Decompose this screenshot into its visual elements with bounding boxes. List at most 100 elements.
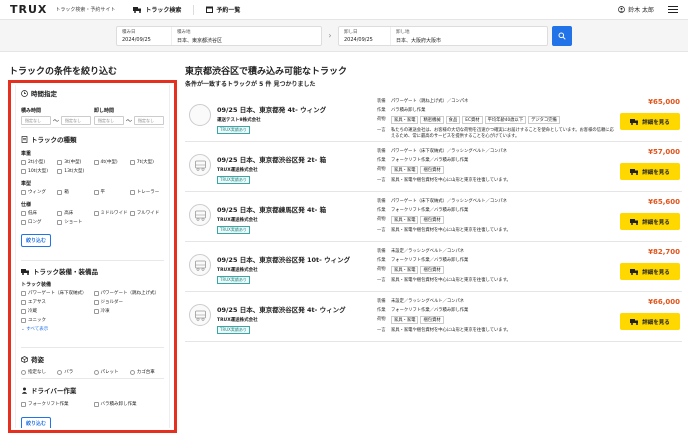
radio[interactable] xyxy=(129,369,135,375)
equipment-option[interactable]: パワーゲート（床下収納式） xyxy=(21,290,92,296)
user-menu[interactable]: 鈴木 太郎 xyxy=(618,5,654,14)
size-option[interactable]: 10t(大型) xyxy=(21,168,55,174)
equipment-option[interactable]: エアサス xyxy=(21,299,92,305)
checkbox[interactable] xyxy=(21,159,26,165)
load-time-from-select[interactable]: 指定なし xyxy=(21,116,51,125)
truck-card[interactable]: 09/25 日本、東京都渋谷区発 10t- ウィング TRUX運送株式会社 TR… xyxy=(185,242,682,292)
truck-title[interactable]: 09/25 日本、東京都渋谷区発 4t- ウィング xyxy=(217,304,377,314)
truck-info: 09/25 日本、東京都渋谷区発 2t- 箱 TRUX運送株式会社 TRUX実績… xyxy=(217,154,377,184)
checkbox[interactable] xyxy=(21,189,26,195)
checkbox[interactable] xyxy=(93,299,99,305)
truck-title[interactable]: 09/25 日本、東京都渋谷区発 10t- ウィング xyxy=(217,254,377,264)
company-name: 運送テスト9株式会社 xyxy=(217,118,261,123)
spec-option[interactable]: 低床 xyxy=(21,210,55,216)
equipment-option[interactable]: ユニック xyxy=(21,317,92,323)
view-details-button[interactable]: 詳細を見る xyxy=(620,263,680,280)
checkbox[interactable] xyxy=(57,189,63,195)
checkbox[interactable] xyxy=(21,219,26,225)
apply-filter-button[interactable]: 絞り込む xyxy=(21,234,52,247)
nav-truck-search[interactable]: トラック検索 xyxy=(133,5,181,14)
load-time-to-select[interactable]: 指定なし xyxy=(61,116,92,125)
checkbox[interactable] xyxy=(57,219,63,225)
checkbox[interactable] xyxy=(21,401,26,407)
checkbox[interactable] xyxy=(21,210,26,216)
driver-option[interactable]: フォークリフト作業 xyxy=(21,401,92,407)
body-option[interactable]: ウィング xyxy=(21,189,55,195)
person-icon xyxy=(21,387,28,394)
equipment-option[interactable]: パワーゲート（跳ね上げ式） xyxy=(93,290,165,296)
checkbox[interactable] xyxy=(57,168,63,174)
load-search-box[interactable]: 積み日 2024/09/25 積み地 日本、東京都渋谷区 xyxy=(116,25,322,46)
spec-option[interactable]: ミドルワイド xyxy=(93,210,128,216)
cargo-option[interactable]: カゴ台車 xyxy=(129,369,164,375)
checkbox[interactable] xyxy=(57,210,63,216)
size-option[interactable]: 3t(中型) xyxy=(57,159,91,165)
show-all-link[interactable]: ⌄ すべて表示 xyxy=(21,326,164,332)
equipment-option[interactable]: 冷蔵 xyxy=(21,308,92,314)
field-value: 日本、大阪府大阪市 xyxy=(396,37,442,44)
cargo-option[interactable]: バラ xyxy=(57,369,91,375)
spec-option[interactable]: フルワイド xyxy=(129,210,164,216)
checkbox[interactable] xyxy=(129,189,135,195)
hamburger-icon[interactable] xyxy=(668,4,678,15)
cargo-section: 荷姿 指定なし バラ パレット カゴ台車 xyxy=(21,348,164,379)
checkbox[interactable] xyxy=(129,210,135,216)
size-option[interactable]: 13t(大型) xyxy=(57,168,91,174)
load-date-field[interactable]: 積み日 2024/09/25 xyxy=(117,26,172,45)
checkbox[interactable] xyxy=(93,210,99,216)
spec-option[interactable]: ロング xyxy=(21,219,55,225)
truck-title[interactable]: 09/25 日本、東京都練馬区発 4t- 箱 xyxy=(217,204,377,214)
equipment-sub-label: トラック装備 xyxy=(21,282,52,288)
driver-option[interactable]: バラ積み卸し作業 xyxy=(93,401,165,407)
body-option[interactable]: 箱 xyxy=(57,189,91,195)
checkbox[interactable] xyxy=(21,168,26,174)
truck-card[interactable]: 09/25 日本、東京都練馬区発 4t- 箱 TRUX運送株式会社 TRUX実績… xyxy=(185,192,682,242)
search-button[interactable] xyxy=(552,25,572,46)
checkbox[interactable] xyxy=(93,159,99,165)
spec-option[interactable]: 高床 xyxy=(57,210,91,216)
truck-card[interactable]: 09/25 日本、東京都渋谷区発 4t- ウィング TRUX運送株式会社 TRU… xyxy=(185,292,682,342)
truck-title[interactable]: 09/25 日本、東京都発 4t- ウィング xyxy=(217,104,377,114)
load-place-field[interactable]: 積み地 日本、東京都渋谷区 xyxy=(172,27,321,45)
truck-card[interactable]: 09/25 日本、東京都発 4t- ウィング 運送テスト9株式会社 TRUX実績… xyxy=(185,92,682,142)
size-option[interactable]: 4t(中型) xyxy=(93,159,128,165)
unload-time-to-select[interactable]: 指定なし xyxy=(134,116,164,125)
checkbox[interactable] xyxy=(93,401,99,407)
body-option[interactable]: トレーラー xyxy=(129,189,164,195)
unload-place-field[interactable]: 卸し地 日本、大阪府大阪市 xyxy=(391,27,547,45)
checkbox[interactable] xyxy=(93,308,99,314)
spec-option[interactable]: ショート xyxy=(57,219,91,225)
checkbox[interactable] xyxy=(57,159,63,165)
radio[interactable] xyxy=(57,369,63,375)
checkbox[interactable] xyxy=(21,308,26,314)
checkbox[interactable] xyxy=(93,290,99,296)
apply-filter-button[interactable]: 絞り込む xyxy=(21,417,52,428)
view-details-button[interactable]: 詳細を見る xyxy=(620,163,680,180)
radio[interactable] xyxy=(21,369,26,375)
checkbox[interactable] xyxy=(21,299,26,305)
price: ¥65,600 xyxy=(648,198,680,206)
unload-search-box[interactable]: 卸し日 2024/09/25 卸し地 日本、大阪府大阪市 xyxy=(338,25,548,46)
checkbox[interactable] xyxy=(129,159,135,165)
checkbox[interactable] xyxy=(21,317,26,323)
logo[interactable]: TRUX xyxy=(10,3,47,16)
unload-date-field[interactable]: 卸し日 2024/09/25 xyxy=(339,26,391,45)
checkbox[interactable] xyxy=(93,189,99,195)
checkbox[interactable] xyxy=(21,290,26,296)
size-option[interactable]: 2t(小型) xyxy=(21,159,55,165)
equipment-option[interactable]: ジョルダー xyxy=(93,299,165,305)
radio[interactable] xyxy=(93,369,99,375)
unload-time-from-select[interactable]: 指定なし xyxy=(93,116,124,125)
truck-card[interactable]: 09/25 日本、東京都渋谷区発 2t- 箱 TRUX運送株式会社 TRUX実績… xyxy=(185,142,682,192)
body-option[interactable]: 平 xyxy=(93,189,128,195)
truck-title[interactable]: 09/25 日本、東京都渋谷区発 2t- 箱 xyxy=(217,154,377,164)
nav-reservations[interactable]: 予約一覧 xyxy=(206,5,240,14)
view-details-button[interactable]: 詳細を見る xyxy=(620,313,680,330)
size-option[interactable]: 7t(大型) xyxy=(129,159,164,165)
view-details-button[interactable]: 詳細を見る xyxy=(620,213,680,230)
cargo-option[interactable]: 指定なし xyxy=(21,369,55,375)
equipment-option[interactable]: 冷凍 xyxy=(93,308,165,314)
view-details-button[interactable]: 詳細を見る xyxy=(620,113,680,130)
cargo-tag: 食品 xyxy=(445,116,461,124)
cargo-option[interactable]: パレット xyxy=(93,369,128,375)
